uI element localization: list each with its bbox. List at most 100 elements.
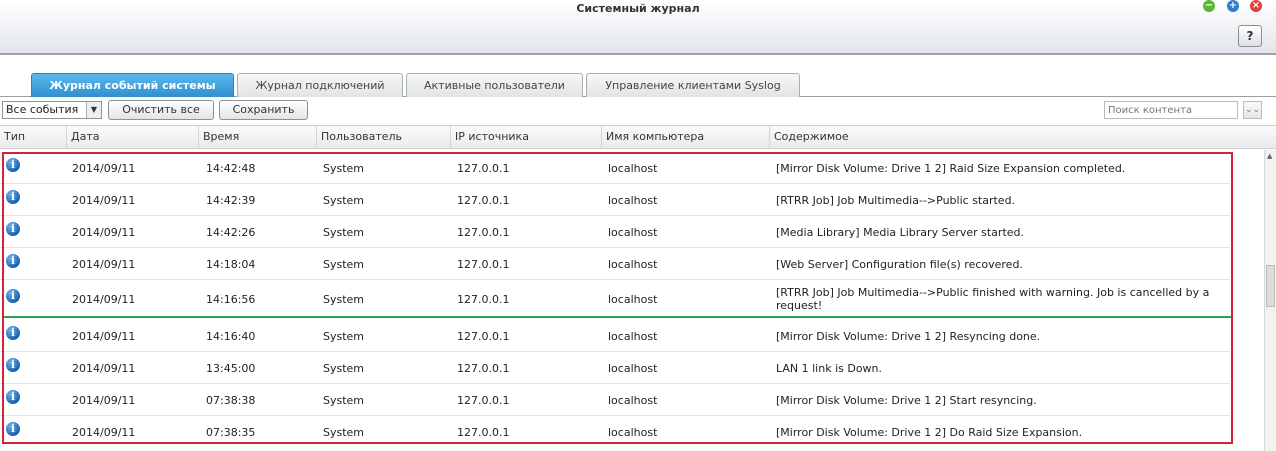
clear-all-button[interactable]: Очистить все <box>108 100 214 120</box>
table-row[interactable]: i 2014/09/11 13:45:00 System 127.0.0.1 l… <box>0 352 1262 384</box>
row-content: [Mirror Disk Volume: Drive 1 2] Do Raid … <box>776 425 1083 439</box>
info-icon: i <box>6 222 20 236</box>
row-time: 07:38:35 <box>206 425 256 439</box>
row-host: localhost <box>608 393 658 407</box>
row-content-line-1: [RTRR Job] Job Multimedia-->Public finis… <box>776 286 1210 299</box>
search-input[interactable] <box>1104 101 1238 119</box>
row-time: 14:42:48 <box>206 161 256 175</box>
row-ip: 127.0.0.1 <box>457 329 510 343</box>
table-row[interactable]: i 2014/09/11 14:42:48 System 127.0.0.1 l… <box>0 152 1262 184</box>
column-source-ip[interactable]: IP источника <box>450 126 601 148</box>
row-date: 2014/09/11 <box>72 393 136 407</box>
row-user: System <box>323 361 365 375</box>
row-date: 2014/09/11 <box>72 361 136 375</box>
tab-connections[interactable]: Журнал подключений <box>237 73 403 97</box>
row-host: localhost <box>608 329 658 343</box>
row-content: [Web Server] Configuration file(s) recov… <box>776 257 1023 271</box>
save-button[interactable]: Сохранить <box>219 100 308 120</box>
info-icon: i <box>6 254 20 268</box>
row-time: 07:38:38 <box>206 393 256 407</box>
tab-active-users[interactable]: Активные пользователи <box>406 73 583 97</box>
row-content: [Mirror Disk Volume: Drive 1 2] Raid Siz… <box>776 161 1126 175</box>
column-content[interactable]: Содержимое <box>769 126 1262 148</box>
row-date: 2014/09/11 <box>72 329 136 343</box>
event-filter-select[interactable]: Все события ▼ <box>2 101 102 119</box>
row-ip: 127.0.0.1 <box>457 161 510 175</box>
table-row[interactable]: i 2014/09/11 14:16:40 System 127.0.0.1 l… <box>0 320 1262 352</box>
row-date: 2014/09/11 <box>72 193 136 207</box>
row-user: System <box>323 329 365 343</box>
info-icon: i <box>6 289 20 303</box>
minimize-icon[interactable]: − <box>1203 0 1215 12</box>
info-icon: i <box>6 358 20 372</box>
tab-system-events[interactable]: Журнал событий системы <box>31 73 234 97</box>
row-host: localhost <box>608 292 658 306</box>
divider-line <box>4 316 1231 318</box>
row-host: localhost <box>608 257 658 271</box>
table-header: Тип Дата Время Пользователь IP источника… <box>0 125 1276 149</box>
tab-bar: Журнал событий системы Журнал подключени… <box>0 73 1276 97</box>
row-host: localhost <box>608 225 658 239</box>
toolbar: Все события ▼ Очистить все Сохранить ⌄⌄ <box>0 97 1276 125</box>
row-date: 2014/09/11 <box>72 225 136 239</box>
table-row[interactable]: i 2014/09/11 14:42:39 System 127.0.0.1 l… <box>0 184 1262 216</box>
column-user[interactable]: Пользователь <box>316 126 450 148</box>
table-row[interactable]: i 2014/09/11 14:18:04 System 127.0.0.1 l… <box>0 248 1262 280</box>
row-user: System <box>323 257 365 271</box>
event-filter-value: Все события <box>6 103 79 116</box>
info-icon: i <box>6 422 20 436</box>
row-time: 14:42:26 <box>206 225 256 239</box>
row-ip: 127.0.0.1 <box>457 225 510 239</box>
scroll-up-icon[interactable]: ▲ <box>1267 152 1272 160</box>
row-user: System <box>323 225 365 239</box>
search-options-icon[interactable]: ⌄⌄ <box>1243 101 1262 119</box>
row-ip: 127.0.0.1 <box>457 393 510 407</box>
close-icon[interactable]: × <box>1250 0 1262 12</box>
row-host: localhost <box>608 193 658 207</box>
row-user: System <box>323 393 365 407</box>
table-row[interactable]: i 2014/09/11 07:38:35 System 127.0.0.1 l… <box>0 416 1262 448</box>
row-time: 14:16:40 <box>206 329 256 343</box>
row-time: 14:18:04 <box>206 257 256 271</box>
row-ip: 127.0.0.1 <box>457 361 510 375</box>
row-host: localhost <box>608 161 658 175</box>
row-time: 14:16:56 <box>206 292 256 306</box>
chevron-down-icon[interactable]: ▼ <box>86 102 101 118</box>
row-ip: 127.0.0.1 <box>457 257 510 271</box>
row-date: 2014/09/11 <box>72 257 136 271</box>
row-user: System <box>323 193 365 207</box>
row-host: localhost <box>608 361 658 375</box>
column-date[interactable]: Дата <box>66 126 198 148</box>
row-date: 2014/09/11 <box>72 292 136 306</box>
maximize-icon[interactable]: + <box>1227 0 1239 12</box>
row-content: [RTRR Job] Job Multimedia-->Public start… <box>776 193 1016 207</box>
help-button[interactable]: ? <box>1238 25 1262 47</box>
row-content: [RTRR Job] Job Multimedia-->Public finis… <box>776 280 1209 318</box>
row-content: [Media Library] Media Library Server sta… <box>776 225 1025 239</box>
column-computer-name[interactable]: Имя компьютера <box>601 126 769 148</box>
vertical-scrollbar[interactable]: ▲ <box>1264 150 1276 451</box>
row-content: [Mirror Disk Volume: Drive 1 2] Resyncin… <box>776 329 1041 343</box>
table-row[interactable]: i 2014/09/11 07:38:38 System 127.0.0.1 l… <box>0 384 1262 416</box>
row-content-line-2: request! <box>776 299 823 312</box>
row-host: localhost <box>608 425 658 439</box>
row-time: 14:42:39 <box>206 193 256 207</box>
info-icon: i <box>6 158 20 172</box>
info-icon: i <box>6 190 20 204</box>
table-row[interactable]: i 2014/09/11 14:42:26 System 127.0.0.1 l… <box>0 216 1262 248</box>
row-time: 13:45:00 <box>206 361 256 375</box>
row-ip: 127.0.0.1 <box>457 292 510 306</box>
window-titlebar: Системный журнал − + × ? <box>0 0 1276 55</box>
info-icon: i <box>6 326 20 340</box>
row-content: [Mirror Disk Volume: Drive 1 2] Start re… <box>776 393 1037 407</box>
row-user: System <box>323 425 365 439</box>
table-row[interactable]: i 2014/09/11 14:16:56 System 127.0.0.1 l… <box>0 280 1262 318</box>
window-title: Системный журнал <box>576 2 700 15</box>
tab-syslog-clients[interactable]: Управление клиентами Syslog <box>586 73 800 97</box>
column-time[interactable]: Время <box>198 126 316 148</box>
row-user: System <box>323 292 365 306</box>
row-ip: 127.0.0.1 <box>457 193 510 207</box>
info-icon: i <box>6 390 20 404</box>
scrollbar-thumb[interactable] <box>1266 265 1275 307</box>
column-type[interactable]: Тип <box>0 126 66 148</box>
